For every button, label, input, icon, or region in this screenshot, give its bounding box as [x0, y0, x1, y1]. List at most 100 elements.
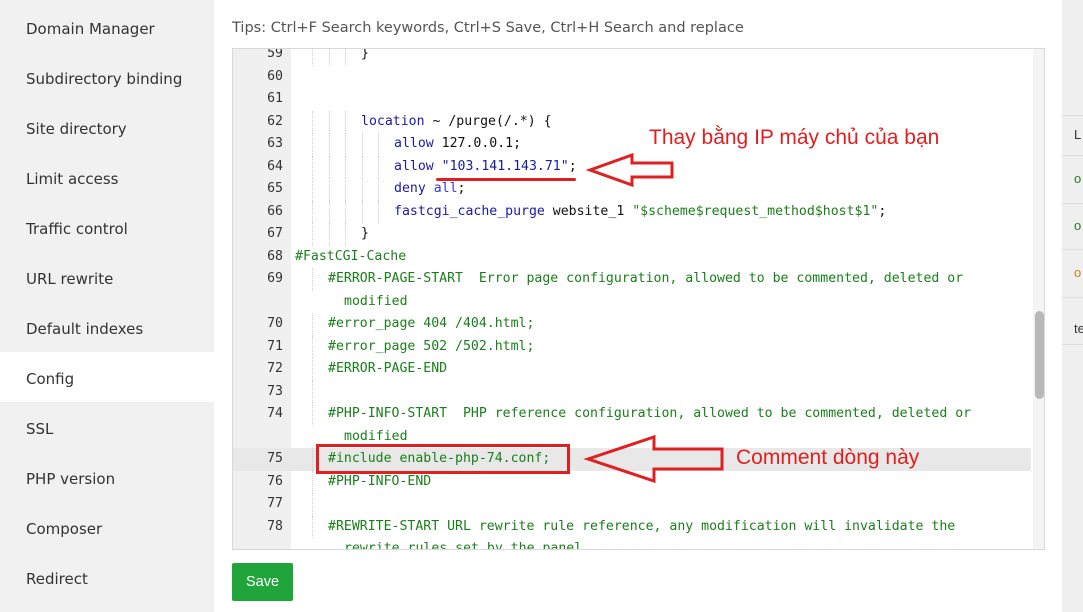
code-line: 59 } — [233, 49, 1031, 66]
code-comment: #FastCGI-Cache — [295, 248, 407, 264]
code-quote: " — [560, 158, 569, 174]
line-number: 60 — [267, 68, 283, 84]
sidebar-item-url-rewrite[interactable]: URL rewrite — [0, 252, 214, 302]
indent-guide — [312, 380, 313, 403]
line-number: 69 — [267, 271, 283, 286]
sidebar-item-redirect[interactable]: Redirect — [0, 552, 214, 602]
code-comment: #error_page 502 /502.html; — [328, 338, 535, 354]
indent-guide — [329, 133, 330, 156]
line-number: 62 — [267, 113, 283, 129]
code-semicolon: ; — [568, 158, 577, 174]
sidebar-item-composer[interactable]: Composer — [0, 502, 214, 552]
indent-guide — [312, 313, 313, 336]
indent-guide — [345, 133, 346, 156]
line-number: 63 — [267, 136, 283, 151]
indent-guide — [312, 155, 313, 178]
indent-guide — [312, 178, 313, 201]
indent-guide — [312, 470, 313, 493]
code-line: 77 — [233, 493, 1031, 516]
code-comment: #PHP-INFO-START PHP reference configurat… — [328, 406, 972, 421]
indent-guide — [362, 155, 363, 178]
tips-text: Tips: Ctrl+F Search keywords, Ctrl+S Sav… — [232, 20, 744, 36]
ip-underline-annotation — [436, 178, 576, 181]
line-number: 61 — [267, 91, 283, 106]
line-number: 73 — [267, 383, 283, 399]
code-quote: " — [433, 158, 450, 174]
code-rest: 127.0.0.1; — [433, 136, 522, 151]
sidebar-item-traffic-control[interactable]: Traffic control — [0, 202, 214, 252]
code-semicolon: ; — [878, 203, 887, 219]
indent-guide — [362, 178, 363, 201]
ip-address-value: 103.141.143.71 — [449, 158, 561, 174]
code-line: 78 #REWRITE-START URL rewrite rule refer… — [233, 515, 1031, 538]
code-rest: ~ /purge(/.*) { — [424, 113, 552, 129]
line-number: 76 — [267, 473, 283, 489]
code-line-wrap: modified — [233, 291, 1031, 314]
sidebar-item-limit-access[interactable]: Limit access — [0, 152, 214, 202]
code-area[interactable]: 59 } 60 61 62 location ~ /purge(/.*) {6… — [233, 49, 1031, 549]
code-comment: #ERROR-PAGE-END — [328, 361, 448, 376]
code-text: allow "103.141.143.71"; — [394, 156, 577, 179]
indent-guide — [329, 155, 330, 178]
code-editor[interactable]: 59 } 60 61 62 location ~ /purge(/.*) {6… — [232, 48, 1045, 550]
dialog-frame: Domain Manager Subdirectory binding Site… — [0, 0, 1083, 612]
code-keyword: deny — [394, 181, 426, 196]
sidebar: Domain Manager Subdirectory binding Site… — [0, 0, 214, 612]
line-number: 71 — [267, 338, 283, 354]
indent-guide — [378, 155, 379, 178]
background-fragment: o — [1062, 155, 1083, 203]
code-semicolon: ; — [457, 181, 466, 196]
code-line: 73 — [233, 380, 1031, 403]
save-button[interactable]: Save — [232, 563, 293, 601]
code-line: 71 #error_page 502 /502.html; — [233, 335, 1031, 358]
code-keyword: allow — [394, 136, 434, 151]
code-line: 66 fastcgi_cache_purge website_1 "$schem… — [233, 200, 1031, 223]
code-text: allow 127.0.0.1; — [394, 133, 521, 156]
code-line: 69 #ERROR-PAGE-START Error page configur… — [233, 268, 1031, 291]
sidebar-item-site-directory[interactable]: Site directory — [0, 102, 214, 152]
indent-guide — [329, 223, 330, 246]
line-number: 70 — [267, 316, 283, 331]
code-rest: website_1 — [544, 203, 633, 219]
sidebar-item-php-version[interactable]: PHP version — [0, 452, 214, 502]
indent-guide — [345, 49, 346, 66]
line-number: 59 — [267, 49, 283, 61]
sidebar-item-ssl[interactable]: SSL — [0, 402, 214, 452]
code-keyword: location — [361, 113, 425, 129]
indent-guide — [362, 200, 363, 223]
background-fragment: L — [1062, 115, 1083, 155]
code-text: deny all; — [394, 178, 466, 201]
code-line-wrap: rewrite rules set by the panel — [233, 538, 1031, 549]
indent-guide — [312, 493, 313, 516]
code-comment: #error_page 404 /404.html; — [328, 316, 535, 331]
sidebar-item-subdirectory-binding[interactable]: Subdirectory binding — [0, 52, 214, 102]
editor-scrollbar-thumb[interactable] — [1035, 311, 1044, 399]
code-text: } — [361, 226, 369, 241]
line-number: 75 — [267, 451, 283, 466]
background-fragment: te — [1062, 297, 1083, 345]
indent-guide — [345, 223, 346, 246]
code-line: 64 allow "103.141.143.71"; — [233, 155, 1031, 179]
code-line: 72 #ERROR-PAGE-END — [233, 358, 1031, 381]
indent-guide — [312, 403, 313, 426]
indent-guide — [312, 110, 313, 133]
code-line: 68 #FastCGI-Cache — [233, 246, 1031, 269]
background-fragment: o — [1062, 249, 1083, 297]
line-number: 64 — [267, 158, 283, 174]
indent-guide — [329, 178, 330, 201]
code-builtin: all — [433, 181, 458, 196]
code-line: 74 #PHP-INFO-START PHP reference configu… — [233, 403, 1031, 426]
sidebar-item-default-indexes[interactable]: Default indexes — [0, 302, 214, 352]
indent-guide — [312, 200, 313, 223]
indent-guide — [378, 178, 379, 201]
indent-guide — [378, 200, 379, 223]
sidebar-item-domain-manager[interactable]: Domain Manager — [0, 2, 214, 52]
background-page-strip: L o o o te — [1062, 0, 1083, 612]
indent-guide — [312, 223, 313, 246]
indent-guide — [345, 178, 346, 201]
ip-note-annotation: Thay bằng IP máy chủ của bạn — [649, 126, 940, 149]
sidebar-item-config[interactable]: Config — [0, 352, 214, 402]
line-number: 72 — [267, 361, 283, 376]
editor-scrollbar[interactable] — [1033, 49, 1044, 549]
line-number: 65 — [267, 181, 283, 196]
